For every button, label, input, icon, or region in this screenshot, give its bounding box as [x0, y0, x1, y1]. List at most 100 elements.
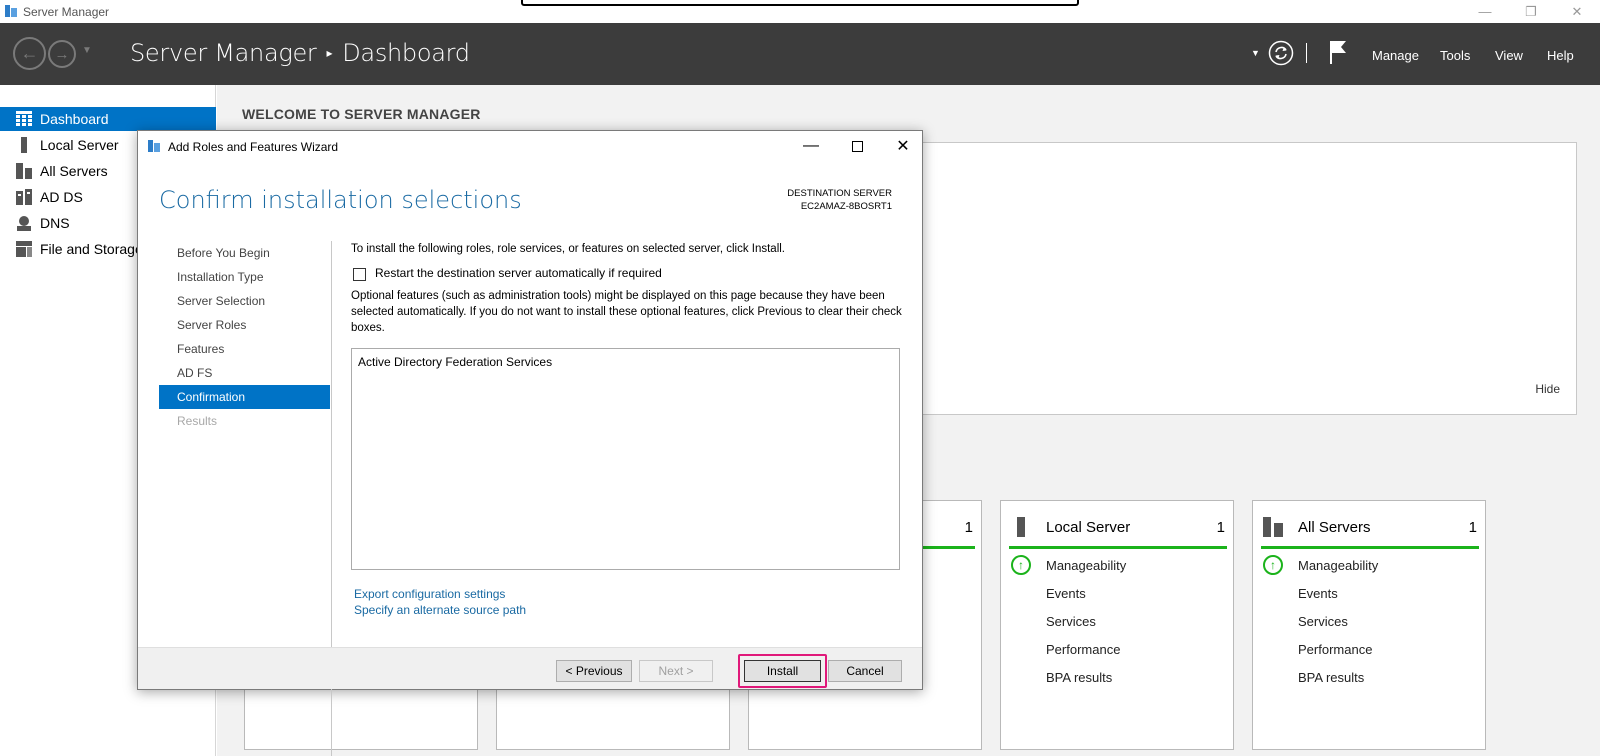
- sidebar-item-label: Local Server: [40, 137, 119, 153]
- destination-server-info: DESTINATION SERVER EC2AMAZ-8BOSRT1: [787, 187, 892, 213]
- dns-icon: [17, 216, 31, 231]
- dashboard-grid-icon: [16, 111, 32, 126]
- step-ad-fs[interactable]: AD FS: [159, 361, 330, 385]
- step-results: Results: [177, 414, 218, 428]
- breadcrumb: Server Manager ▸ Dashboard: [130, 39, 470, 67]
- breadcrumb-separator-icon: ▸: [326, 46, 333, 60]
- back-arrow-icon: ←: [20, 43, 39, 63]
- servers-icon: [16, 163, 32, 179]
- servers-icon: [1263, 517, 1283, 537]
- tile-row-performance[interactable]: Performance: [1298, 642, 1372, 657]
- step-features[interactable]: Features: [159, 337, 330, 361]
- menu-help[interactable]: Help: [1547, 48, 1574, 63]
- wizard-footer: < Previous Next > Install Cancel: [138, 647, 922, 689]
- breadcrumb-app[interactable]: Server Manager: [130, 39, 317, 67]
- menu-manage[interactable]: Manage: [1372, 48, 1419, 63]
- tile-all-servers[interactable]: All Servers 1 ↑ Manageability Events Ser…: [1252, 500, 1486, 750]
- hide-link[interactable]: Hide: [1535, 382, 1560, 396]
- header-divider: [1306, 43, 1307, 63]
- wizard-app-icon: [148, 140, 160, 152]
- minimize-icon: —: [1478, 4, 1492, 19]
- restart-checkbox-label[interactable]: Restart the destination server automatic…: [375, 266, 662, 280]
- tile-row-bpa-results[interactable]: BPA results: [1046, 670, 1112, 685]
- notifications-flag-icon[interactable]: [1328, 39, 1348, 65]
- wizard-maximize-button[interactable]: [842, 136, 872, 156]
- intro-text: To install the following roles, role ser…: [351, 243, 785, 255]
- step-server-selection[interactable]: Server Selection: [159, 289, 330, 313]
- tile-row-events[interactable]: Events: [1046, 586, 1086, 601]
- alternate-source-link[interactable]: Specify an alternate source path: [354, 603, 526, 617]
- restore-button[interactable]: ❐: [1508, 0, 1554, 23]
- sidebar-item-dashboard[interactable]: Dashboard: [0, 107, 216, 131]
- list-item: Active Directory Federation Services: [358, 355, 553, 369]
- tile-row-services[interactable]: Services: [1046, 614, 1096, 629]
- sidebar-item-label: All Servers: [40, 163, 108, 179]
- wizard-title: Add Roles and Features Wizard: [168, 140, 339, 154]
- tile-count: 1: [1216, 519, 1225, 536]
- tile-title[interactable]: All Servers: [1298, 519, 1371, 536]
- file-storage-icon: [16, 241, 32, 257]
- tile-row-events[interactable]: Events: [1298, 586, 1338, 601]
- previous-button[interactable]: < Previous: [556, 660, 632, 682]
- export-config-link[interactable]: Export configuration settings: [354, 587, 505, 601]
- tile-count: 1: [964, 519, 973, 536]
- restore-icon: ❐: [1525, 3, 1537, 19]
- status-up-arrow-icon: ↑: [1011, 555, 1031, 575]
- destination-server-name: EC2AMAZ-8BOSRT1: [800, 201, 892, 212]
- server-icon: [21, 137, 27, 153]
- server-manager-app-icon: [5, 5, 17, 17]
- wizard-minimize-button[interactable]: —: [796, 136, 826, 156]
- tile-row-services[interactable]: Services: [1298, 614, 1348, 629]
- wizard-heading: Confirm installation selections: [159, 186, 522, 214]
- sidebar-item-label: File and Storage: [40, 241, 143, 257]
- step-before-you-begin[interactable]: Before You Begin: [159, 241, 330, 265]
- maximize-icon: [851, 140, 863, 152]
- forward-arrow-icon: →: [54, 45, 70, 63]
- tile-row-bpa-results[interactable]: BPA results: [1298, 670, 1364, 685]
- tile-row-manageability[interactable]: Manageability: [1046, 558, 1126, 573]
- window-title: Server Manager: [23, 5, 110, 19]
- welcome-panel: Hide: [907, 142, 1577, 415]
- step-installation-type[interactable]: Installation Type: [159, 265, 330, 289]
- screen: { "window": { "title": "Server Manager",…: [0, 0, 1600, 756]
- refresh-icon[interactable]: [1268, 40, 1294, 66]
- selection-list[interactable]: Active Directory Federation Services: [351, 348, 900, 570]
- sidebar-item-label: Dashboard: [40, 111, 109, 127]
- breadcrumb-page: Dashboard: [342, 39, 470, 67]
- wizard-close-button[interactable]: ✕: [888, 136, 918, 156]
- server-icon: [1017, 517, 1025, 537]
- tile-count: 1: [1468, 519, 1477, 536]
- cancel-button[interactable]: Cancel: [828, 660, 902, 682]
- install-button[interactable]: Install: [744, 660, 821, 682]
- menu-view[interactable]: View: [1495, 48, 1523, 63]
- menu-tools[interactable]: Tools: [1440, 48, 1470, 63]
- restart-checkbox[interactable]: [353, 268, 366, 281]
- tile-header: All Servers 1: [1261, 513, 1479, 549]
- tile-title[interactable]: Local Server: [1046, 519, 1130, 536]
- minimize-button[interactable]: —: [1462, 0, 1508, 23]
- welcome-heading: WELCOME TO SERVER MANAGER: [242, 106, 481, 122]
- close-button[interactable]: ✕: [1554, 0, 1600, 23]
- next-button[interactable]: Next >: [639, 660, 713, 682]
- sidebar-item-label: AD DS: [40, 189, 83, 205]
- tile-row-manageability[interactable]: Manageability: [1298, 558, 1378, 573]
- sidebar-item-label: DNS: [40, 215, 70, 231]
- close-icon: ✕: [1571, 3, 1583, 19]
- top-overlay-bar: [521, 0, 1079, 6]
- tile-local-server[interactable]: Local Server 1 ↑ Manageability Events Se…: [1000, 500, 1234, 750]
- close-icon: ✕: [896, 138, 910, 155]
- status-up-arrow-icon: ↑: [1263, 555, 1283, 575]
- step-server-roles[interactable]: Server Roles: [159, 313, 330, 337]
- refresh-dropdown-icon[interactable]: ▼: [1251, 48, 1260, 58]
- history-dropdown-icon[interactable]: ▼: [82, 45, 92, 56]
- optional-features-text: Optional features (such as administratio…: [351, 290, 902, 334]
- forward-button[interactable]: →: [48, 40, 76, 68]
- header-bar: ← → ▼ Server Manager ▸ Dashboard ▼ Manage …: [0, 23, 1600, 85]
- back-button[interactable]: ←: [13, 37, 46, 70]
- destination-server-label: DESTINATION SERVER: [787, 188, 892, 199]
- tile-row-performance[interactable]: Performance: [1046, 642, 1120, 657]
- minimize-icon: —: [803, 137, 819, 154]
- step-confirmation[interactable]: Confirmation: [159, 385, 330, 409]
- add-roles-wizard-dialog: Add Roles and Features Wizard — ✕ Confir…: [137, 130, 923, 756]
- ad-ds-icon: [16, 189, 32, 205]
